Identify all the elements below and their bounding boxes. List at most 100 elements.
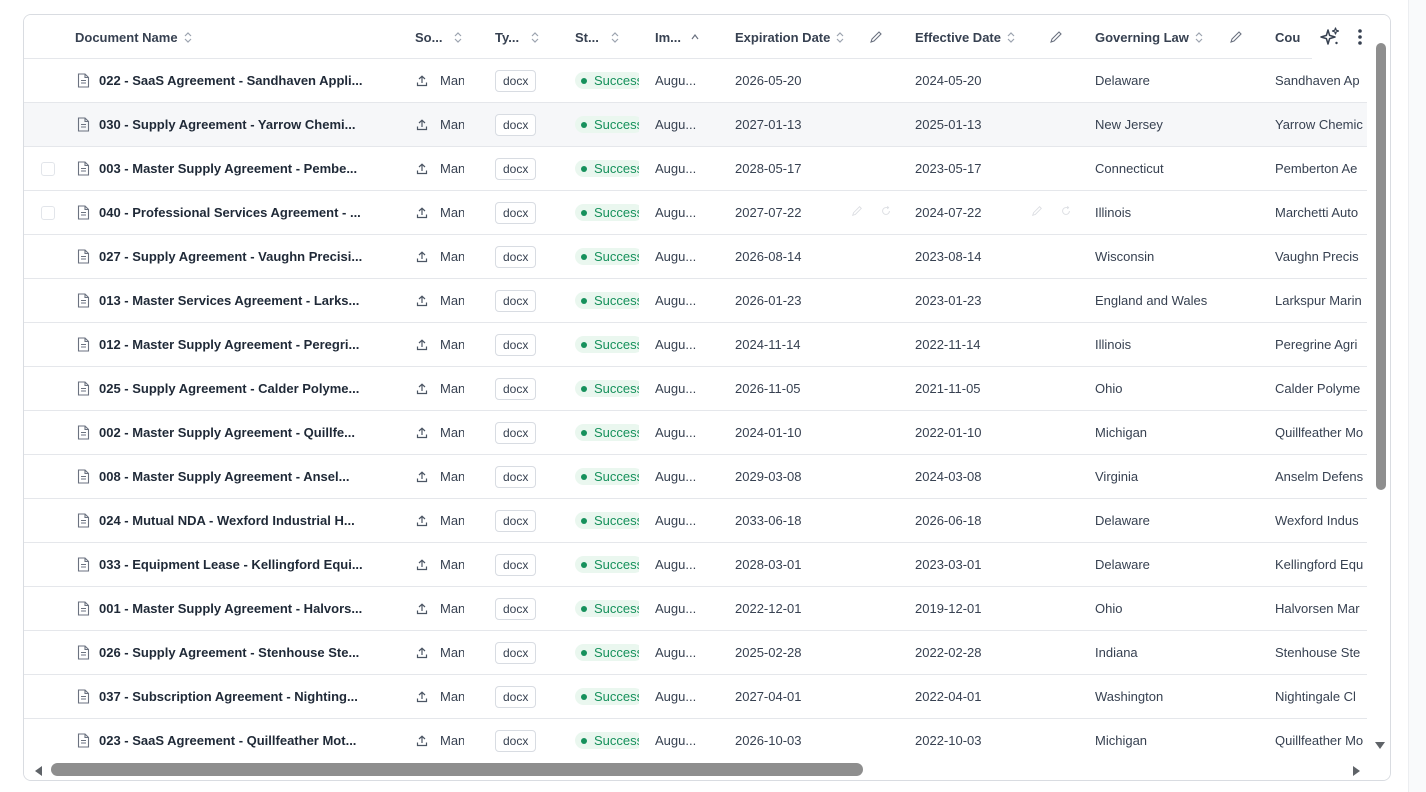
document-name[interactable]: 026 - Supply Agreement - Stenhouse Ste..… [99, 645, 359, 660]
table-row[interactable]: 026 - Supply Agreement - Stenhouse Ste..… [24, 631, 1367, 675]
document-name-cell[interactable]: 040 - Professional Services Agreement - … [77, 191, 387, 234]
expiration-date[interactable]: 2033-06-18 [735, 513, 802, 528]
counterparty[interactable]: Vaughn Precis [1275, 249, 1359, 264]
counterparty[interactable]: Wexford Indus [1275, 513, 1359, 528]
table-row[interactable]: 025 - Supply Agreement - Calder Polyme..… [24, 367, 1367, 411]
effective-date[interactable]: 2022-04-01 [915, 689, 982, 704]
document-name-cell[interactable]: 012 - Master Supply Agreement - Peregri.… [77, 323, 387, 366]
document-name[interactable]: 033 - Equipment Lease - Kellingford Equi… [99, 557, 363, 572]
column-header-document-name[interactable]: Document Name [75, 15, 395, 59]
effective-date[interactable]: 2021-11-05 [915, 381, 981, 396]
document-name-cell[interactable]: 037 - Subscription Agreement - Nighting.… [77, 675, 387, 718]
expiration-date-cell[interactable]: 2026-08-14 [735, 235, 855, 278]
reset-cell-action[interactable] [880, 204, 892, 222]
counterparty-cell[interactable]: Peregrine Agri [1275, 323, 1367, 366]
expiration-date-cell[interactable]: 2025-02-28 [735, 631, 855, 674]
expiration-date-cell[interactable]: 2026-05-20 [735, 59, 855, 102]
table-row[interactable]: 023 - SaaS Agreement - Quillfeather Mot.… [24, 719, 1367, 759]
document-name-cell[interactable]: 025 - Supply Agreement - Calder Polyme..… [77, 367, 387, 410]
document-name[interactable]: 013 - Master Services Agreement - Larks.… [99, 293, 359, 308]
column-header-expiration-date[interactable]: Expiration Date [735, 15, 855, 59]
governing-law[interactable]: Washington [1095, 689, 1163, 704]
pencil-icon[interactable] [1049, 30, 1063, 44]
column-header-imported[interactable]: Im... [655, 15, 715, 59]
effective-date[interactable]: 2025-01-13 [915, 117, 982, 132]
expiration-date-cell[interactable]: 2033-06-18 [735, 499, 855, 542]
effective-date[interactable]: 2023-01-23 [915, 293, 982, 308]
effective-date-cell[interactable]: 2023-08-14 [915, 235, 1035, 278]
counterparty[interactable]: Peregrine Agri [1275, 337, 1357, 352]
vertical-scrollbar-thumb[interactable] [1376, 43, 1386, 490]
counterparty-cell[interactable]: Sandhaven Ap [1275, 59, 1367, 102]
expiration-date[interactable]: 2026-11-05 [735, 381, 801, 396]
expiration-date-cell[interactable]: 2024-01-10 [735, 411, 855, 454]
governing-law[interactable]: Indiana [1095, 645, 1138, 660]
governing-law[interactable]: Delaware [1095, 557, 1150, 572]
counterparty[interactable]: Kellingford Equ [1275, 557, 1363, 572]
governing-law-cell[interactable]: Illinois [1095, 323, 1265, 366]
expiration-date[interactable]: 2026-08-14 [735, 249, 802, 264]
governing-law[interactable]: Virginia [1095, 469, 1138, 484]
sort-icon[interactable] [1007, 31, 1015, 43]
effective-date[interactable]: 2022-10-03 [915, 733, 982, 748]
effective-date[interactable]: 2024-07-22 [915, 205, 982, 220]
effective-date[interactable]: 2024-05-20 [915, 73, 982, 88]
governing-law-cell[interactable]: Delaware [1095, 59, 1265, 102]
governing-law-cell[interactable]: Ohio [1095, 587, 1265, 630]
scroll-down-arrow-icon[interactable] [1373, 739, 1387, 751]
edit-cell-action[interactable] [851, 204, 863, 222]
document-name-cell[interactable]: 023 - SaaS Agreement - Quillfeather Mot.… [77, 719, 387, 759]
effective-date[interactable]: 2023-08-14 [915, 249, 982, 264]
governing-law-cell[interactable]: Virginia [1095, 455, 1265, 498]
table-row[interactable]: 001 - Master Supply Agreement - Halvors.… [24, 587, 1367, 631]
expiration-date-cell[interactable]: 2028-03-01 [735, 543, 855, 586]
expiration-date-cell[interactable]: 2028-05-17 [735, 147, 855, 190]
document-name[interactable]: 024 - Mutual NDA - Wexford Industrial H.… [99, 513, 355, 528]
sort-icon[interactable] [611, 31, 619, 43]
effective-date-cell[interactable]: 2024-03-08 [915, 455, 1035, 498]
expiration-date-cell[interactable]: 2029-03-08 [735, 455, 855, 498]
document-name[interactable]: 025 - Supply Agreement - Calder Polyme..… [99, 381, 359, 396]
counterparty[interactable]: Quillfeather Mo [1275, 733, 1363, 748]
expiration-date-cell[interactable]: 2024-11-14 [735, 323, 855, 366]
horizontal-scrollbar-thumb[interactable] [51, 763, 863, 776]
governing-law-cell[interactable]: Delaware [1095, 499, 1265, 542]
sort-icon[interactable] [184, 31, 192, 43]
effective-date-cell[interactable]: 2023-01-23 [915, 279, 1035, 322]
table-row[interactable]: 008 - Master Supply Agreement - Ansel...… [24, 455, 1367, 499]
document-name-cell[interactable]: 024 - Mutual NDA - Wexford Industrial H.… [77, 499, 387, 542]
effective-date-cell[interactable]: 2023-03-01 [915, 543, 1035, 586]
effective-date-cell[interactable]: 2022-10-03 [915, 719, 1035, 759]
counterparty[interactable]: Pemberton Ae [1275, 161, 1357, 176]
expiration-date[interactable]: 2022-12-01 [735, 601, 802, 616]
sparkles-icon[interactable] [1319, 26, 1341, 48]
document-name[interactable]: 008 - Master Supply Agreement - Ansel... [99, 469, 349, 484]
counterparty-cell[interactable]: Quillfeather Mo [1275, 719, 1367, 759]
document-name-cell[interactable]: 013 - Master Services Agreement - Larks.… [77, 279, 387, 322]
counterparty-cell[interactable]: Pemberton Ae [1275, 147, 1367, 190]
governing-law[interactable]: Connecticut [1095, 161, 1164, 176]
governing-law-cell[interactable]: Connecticut [1095, 147, 1265, 190]
counterparty[interactable]: Calder Polyme [1275, 381, 1360, 396]
counterparty-cell[interactable]: Quillfeather Mo [1275, 411, 1367, 454]
effective-date[interactable]: 2026-06-18 [915, 513, 982, 528]
scroll-right-arrow-icon[interactable] [1350, 764, 1362, 778]
document-name[interactable]: 002 - Master Supply Agreement - Quillfe.… [99, 425, 355, 440]
pencil-icon[interactable] [1229, 30, 1243, 44]
governing-law[interactable]: Ohio [1095, 601, 1122, 616]
table-row[interactable]: 040 - Professional Services Agreement - … [24, 191, 1367, 235]
effective-date[interactable]: 2024-03-08 [915, 469, 982, 484]
table-row[interactable]: 033 - Equipment Lease - Kellingford Equi… [24, 543, 1367, 587]
governing-law-cell[interactable]: Wisconsin [1095, 235, 1265, 278]
document-name-cell[interactable]: 022 - SaaS Agreement - Sandhaven Appli..… [77, 59, 387, 102]
expiration-date-cell[interactable]: 2027-07-22 [735, 191, 855, 234]
governing-law[interactable]: England and Wales [1095, 293, 1207, 308]
column-header-counterparty[interactable]: Cou [1275, 15, 1315, 59]
counterparty-cell[interactable]: Stenhouse Ste [1275, 631, 1367, 674]
column-header-governing-law[interactable]: Governing Law [1095, 15, 1215, 59]
column-header-source[interactable]: So... [415, 15, 475, 59]
governing-law[interactable]: New Jersey [1095, 117, 1163, 132]
counterparty-cell[interactable]: Wexford Indus [1275, 499, 1367, 542]
sort-icon[interactable] [531, 31, 539, 43]
expiration-date[interactable]: 2024-01-10 [735, 425, 802, 440]
